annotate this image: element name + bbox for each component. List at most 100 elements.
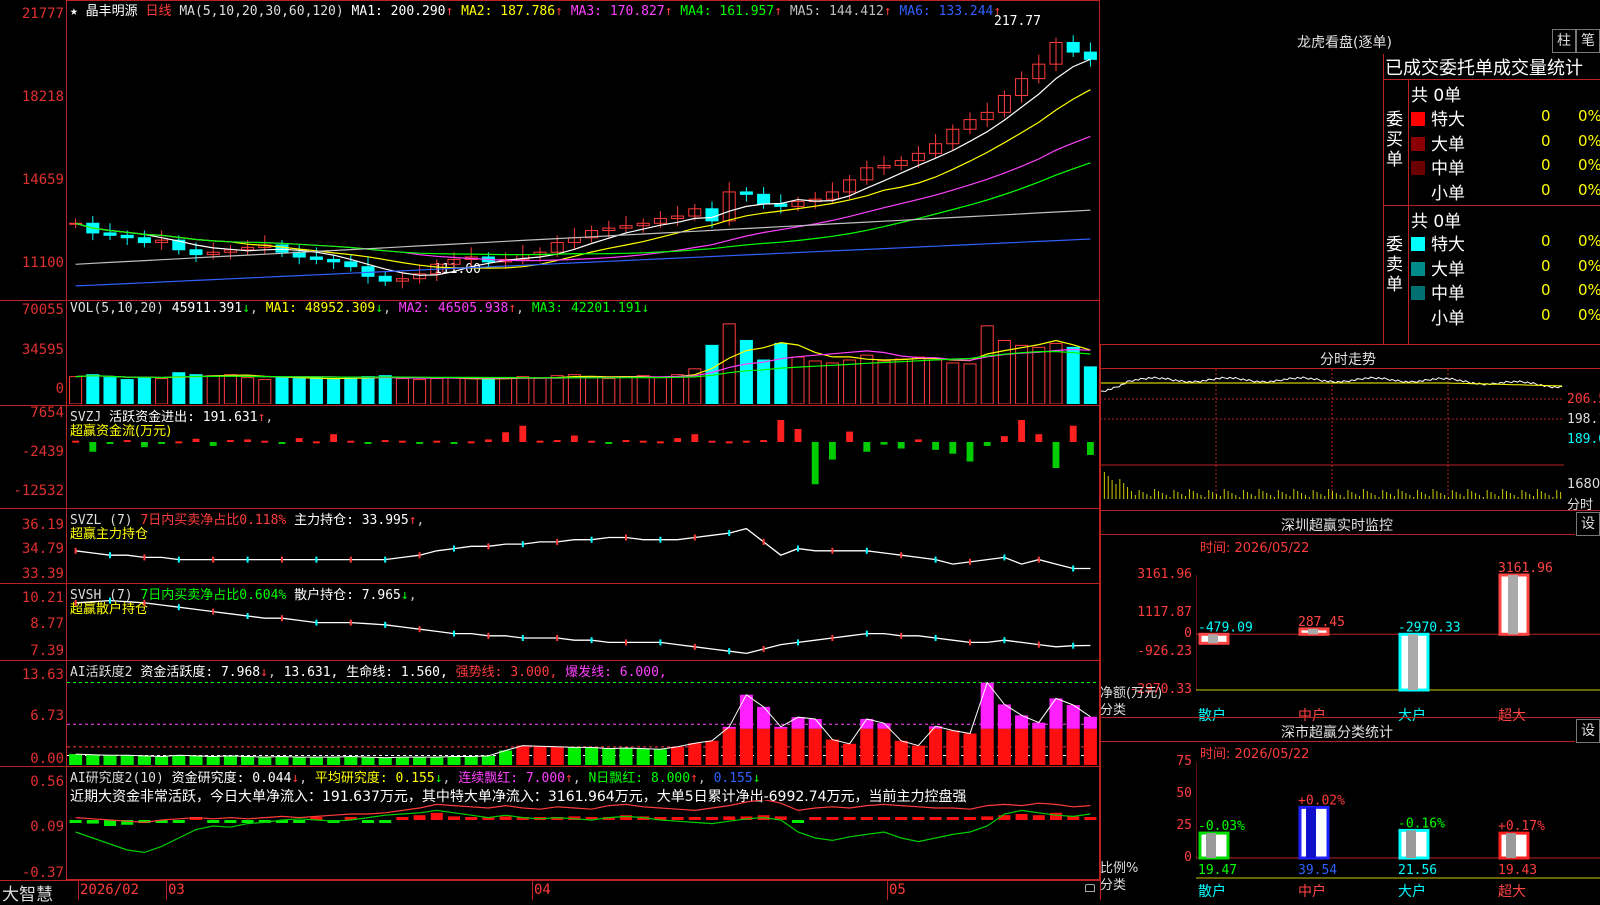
- holding-tick: [762, 645, 765, 652]
- holding-tick: [143, 554, 146, 561]
- axis-tick-label: -0.37: [21, 865, 64, 881]
- intraday-vol-bar: [1258, 489, 1260, 499]
- holding-tick: [349, 556, 352, 563]
- tab-bar-view[interactable]: 柱: [1552, 29, 1576, 53]
- intraday-vol-bar: [1123, 483, 1125, 499]
- classify-bar-shade: [1306, 807, 1316, 858]
- sz-monitor-settings-button[interactable]: 设: [1576, 512, 1600, 536]
- tab-tick-view[interactable]: 笔: [1576, 29, 1600, 53]
- flow-bar-out: [828, 442, 836, 460]
- date-tick: [166, 880, 167, 900]
- order-row: 大单 0 0%: [1411, 130, 1600, 155]
- intraday-vol-bar: [1448, 497, 1449, 499]
- vol-bar-up: [653, 377, 667, 404]
- intraday-vol-bar: [1293, 489, 1295, 499]
- sz-classify-settings-button[interactable]: 设: [1576, 719, 1600, 743]
- svzl-main-holding-chart[interactable]: [67, 520, 1099, 582]
- holding-tick: [109, 597, 111, 604]
- axis-tick-label: 0: [55, 381, 64, 397]
- intraday-vol-bar: [1130, 491, 1132, 499]
- ma5-line: [75, 209, 1091, 265]
- vol-bar-up: [602, 378, 616, 404]
- vol-bar-down: [103, 377, 117, 404]
- order-row-label: 中单: [1431, 284, 1465, 304]
- order-row: 小单 0 0%: [1411, 304, 1600, 329]
- svsh-retail-holding-chart[interactable]: [67, 596, 1099, 658]
- favorite-star-icon[interactable]: ★: [70, 4, 78, 19]
- flow-bar-out: [605, 442, 613, 444]
- order-row-label: 特大: [1431, 110, 1465, 130]
- ai-research-bar: [465, 817, 478, 820]
- order-row-label: 小单: [1431, 183, 1465, 204]
- classify-bar-0: [1198, 831, 1230, 860]
- holding-tick: [1072, 565, 1075, 572]
- chart-header: ★ 晶丰明源 日线 MA(5,10,20,30,60,120) MA1: 200…: [70, 0, 1002, 19]
- intraday-vol-bar: [1552, 497, 1554, 499]
- retail-holding-line: [75, 599, 1091, 655]
- flow-bar-in: [536, 440, 544, 443]
- holding-tick: [281, 556, 283, 563]
- ai-active-bar: [877, 728, 891, 765]
- flow-bar-in: [226, 440, 234, 443]
- ma-values: MA1: 200.290↑ MA2: 187.786↑ MA3: 170.827…: [352, 4, 1002, 19]
- ai-active-burst: [757, 706, 771, 729]
- flow-bar-in: [570, 435, 578, 442]
- holding-tick: [384, 556, 387, 563]
- holding-tick: [590, 536, 593, 543]
- flow-bar-in: [691, 434, 699, 442]
- intraday-vol-bar: [1173, 490, 1175, 499]
- sell-group-label: 委卖单: [1386, 235, 1403, 295]
- candle-down: [120, 234, 134, 239]
- intraday-vol-bar: [1548, 495, 1550, 499]
- flow-bar-in: [330, 434, 338, 442]
- svzj-fund-flow-chart[interactable]: [67, 420, 1099, 508]
- intraday-vol-bar: [1301, 493, 1303, 499]
- ai-research-bar: [86, 820, 99, 824]
- lock-icon[interactable]: [1085, 884, 1095, 892]
- candle-down: [1083, 51, 1097, 60]
- monitor-category-label: 散户: [1198, 707, 1226, 724]
- ai-research-chart[interactable]: [67, 800, 1099, 879]
- ai-active-bar: [653, 749, 667, 765]
- ai-active-chart[interactable]: [67, 676, 1099, 765]
- intraday-axis-label: 198.1: [1567, 412, 1600, 427]
- sz-classify-chart[interactable]: -0.03% 19.47 散户 +0.02% 39.54 中户 -0.16% 21.56 大户 +…: [1196, 760, 1600, 900]
- vol-bar-up: [585, 377, 599, 404]
- intraday-vol-bar: [1142, 492, 1144, 499]
- classify-category-label: 散户: [1198, 883, 1226, 900]
- sz-monitor-chart[interactable]: -479.09散户287.45中户-2970.33大户3161.96超大: [1196, 555, 1600, 725]
- price-candlestick-chart[interactable]: [67, 18, 1099, 298]
- intraday-vol-bar: [1467, 489, 1469, 499]
- order-row: 特大 0 0%: [1411, 105, 1600, 130]
- main-holding-line: [75, 527, 1091, 570]
- axis-tick-label: 0.00: [30, 751, 64, 767]
- period-label[interactable]: 日线: [146, 4, 172, 19]
- intraday-vol-bar: [1119, 479, 1121, 499]
- flow-bar-in: [312, 441, 320, 444]
- intraday-top-border: [1100, 344, 1600, 345]
- axis-tick-label: 11100: [21, 255, 64, 271]
- classify-axis-label: 50: [1176, 786, 1192, 801]
- order-row-label: 大单: [1431, 134, 1465, 155]
- ai-active-bar: [447, 756, 461, 765]
- intraday-vol-bar: [1494, 494, 1496, 499]
- flow-bar-out: [1052, 442, 1060, 468]
- volume-chart[interactable]: [67, 316, 1099, 404]
- stock-name[interactable]: 晶丰明源: [86, 4, 138, 19]
- flow-bar-in: [261, 440, 269, 443]
- flow-bar-in: [1000, 436, 1008, 442]
- ai-research-bar: [1049, 812, 1063, 820]
- intraday-vol-bar: [1513, 495, 1515, 499]
- vol-bar-up: [808, 360, 822, 404]
- intraday-vol-bar: [1177, 492, 1179, 499]
- ai-active-bar: [533, 746, 547, 765]
- flow-bar-in: [1018, 420, 1026, 442]
- intraday-chart[interactable]: [1100, 369, 1564, 509]
- holding-tick: [418, 626, 421, 633]
- ai-active-bar: [120, 755, 134, 765]
- intraday-vol-bar: [1509, 493, 1511, 499]
- ai-research-bar: [103, 820, 117, 826]
- legend-swatch: [1411, 237, 1425, 251]
- ma-arrow-5: ↑: [883, 4, 892, 19]
- intraday-vol-bar: [1281, 492, 1283, 499]
